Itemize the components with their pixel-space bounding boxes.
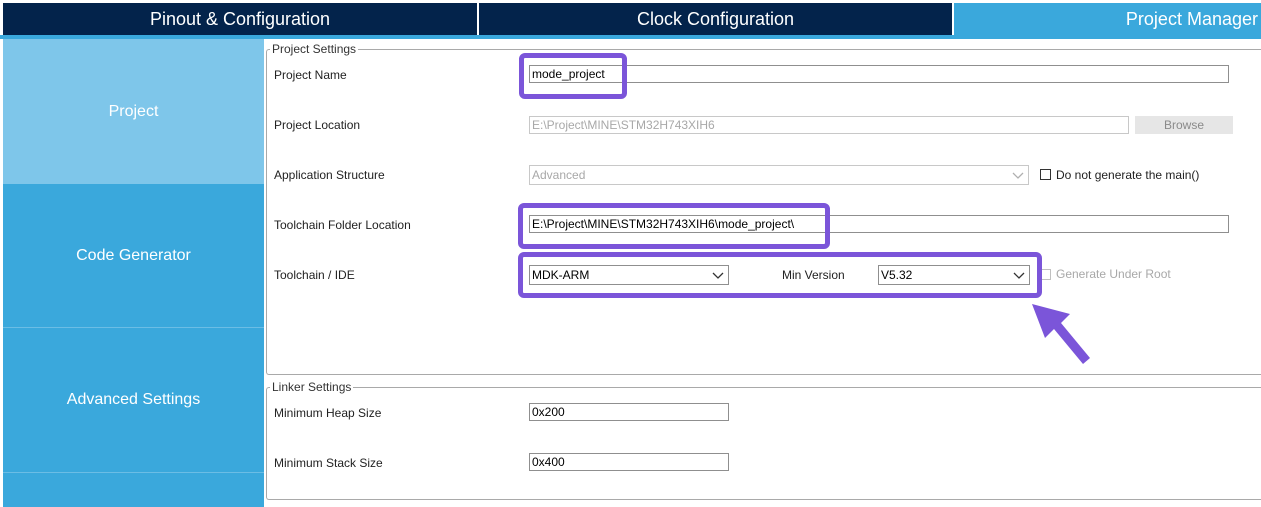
minimum-stack-size-value: 0x400	[532, 455, 565, 469]
application-structure-select[interactable]: Advanced	[529, 165, 1029, 185]
highlight-box-project-name	[519, 53, 627, 99]
browse-button-label: Browse	[1163, 118, 1204, 132]
application-structure-label: Application Structure	[274, 168, 385, 182]
project-location-input[interactable]: E:\Project\MINE\STM32H743XIH6	[529, 116, 1129, 134]
minimum-heap-size-value: 0x200	[532, 405, 565, 419]
sidebar-item-label: Code Generator	[76, 246, 191, 264]
project-settings-legend: Project Settings	[270, 42, 359, 56]
tab-pinout-configuration[interactable]: Pinout & Configuration	[3, 3, 477, 35]
sidebar-divider	[3, 472, 264, 473]
minimum-heap-size-input[interactable]: 0x200	[529, 403, 729, 421]
linker-settings-legend: Linker Settings	[270, 380, 354, 394]
tab-label: Project Manager	[1125, 8, 1258, 29]
tab-project-manager[interactable]: Project Manager	[954, 3, 1261, 35]
sidebar-item-project[interactable]: Project	[3, 39, 264, 184]
tab-clock-configuration[interactable]: Clock Configuration	[479, 3, 952, 35]
toolchain-ide-label: Toolchain / IDE	[274, 268, 355, 282]
sidebar-item-label: Project	[108, 102, 159, 120]
project-name-label: Project Name	[274, 68, 347, 82]
minimum-stack-size-label: Minimum Stack Size	[274, 456, 383, 470]
sidebar-item-label: Advanced Settings	[66, 391, 201, 408]
minimum-heap-size-label: Minimum Heap Size	[274, 406, 382, 420]
do-not-generate-main-checkbox[interactable]	[1040, 169, 1051, 180]
application-structure-value: Advanced	[532, 168, 586, 182]
project-name-input[interactable]: mode_project	[529, 65, 1229, 83]
sidebar: Project Code Generator Advanced Settings	[3, 39, 264, 507]
project-location-label: Project Location	[274, 118, 361, 132]
project-location-value: E:\Project\MINE\STM32H743XIH6	[532, 118, 715, 132]
linker-settings-group	[266, 387, 1261, 500]
sidebar-item-code-generator[interactable]: Code Generator	[3, 184, 264, 327]
do-not-generate-main-label: Do not generate the main()	[1056, 168, 1200, 182]
highlight-box-toolchain-folder	[518, 203, 830, 249]
minimum-stack-size-input[interactable]: 0x400	[529, 453, 729, 471]
highlight-box-toolchain-ide	[518, 252, 1042, 298]
sidebar-item-advanced-settings[interactable]: Advanced Settings	[3, 328, 264, 472]
browse-button[interactable]: Browse	[1135, 116, 1233, 134]
chevron-down-icon	[1012, 172, 1024, 179]
toolchain-folder-label: Toolchain Folder Location	[274, 218, 411, 232]
top-tab-bar: Pinout & Configuration Clock Configurati…	[0, 0, 1261, 40]
tab-label: Clock Configuration	[636, 8, 795, 29]
tab-label: Pinout & Configuration	[149, 8, 331, 29]
generate-under-root-label: Generate Under Root	[1056, 267, 1171, 281]
annotation-arrow-icon	[1032, 304, 1090, 364]
